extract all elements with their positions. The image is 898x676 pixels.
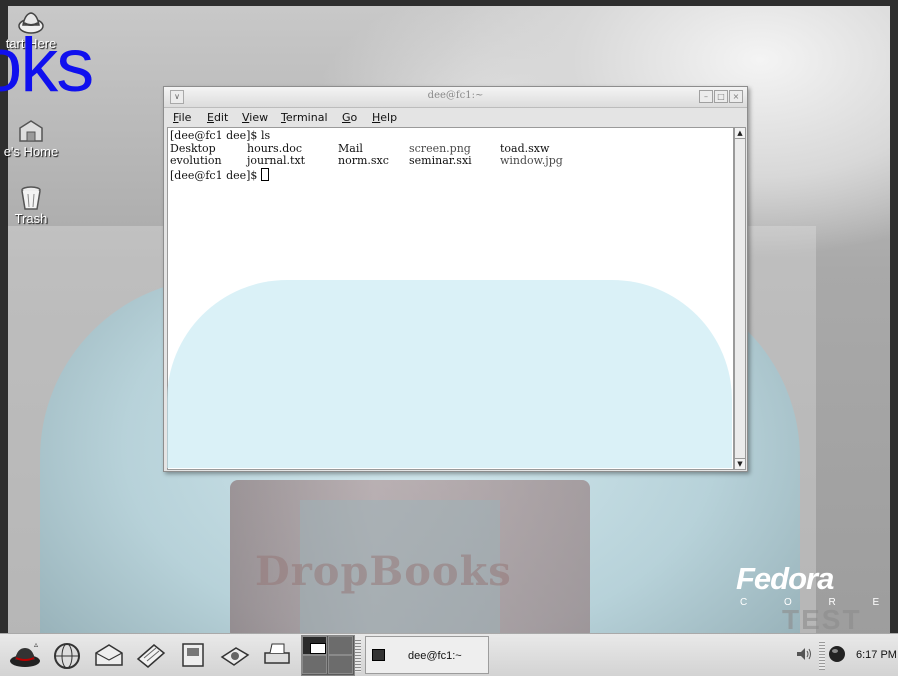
writer-icon[interactable] [134,639,168,671]
workspace-4[interactable] [328,655,353,674]
bottom-panel: ▵ dee@fc1:~ 6:17 PM [0,633,898,676]
close-icon: × [732,92,740,101]
file-entry: evolution [170,154,222,167]
menu-terminal[interactable]: Terminal [281,111,328,124]
web-browser-icon[interactable] [50,639,84,671]
workspace-2[interactable] [328,636,353,655]
desktop-icon-home[interactable]: e's Home [0,118,66,159]
svg-text:▵: ▵ [34,640,38,649]
screen-edge-top [0,0,898,6]
text-cursor [260,167,269,181]
desktop-icon-trash[interactable]: Trash [0,185,66,226]
menu-help[interactable]: Help [372,111,397,124]
maximize-icon: □ [717,92,725,101]
terminal-icon [372,649,385,661]
overlay-watermark-text: oks [0,23,94,108]
desktop-icon-label: e's Home [3,144,59,159]
wallpaper-text: DropBooks [255,548,512,595]
file-entry: journal.txt [247,154,306,167]
arrow-up-icon: ▲ [737,129,743,137]
panel-separator [819,640,825,670]
panel-drag-handle[interactable] [355,638,361,672]
calc-icon[interactable] [218,639,252,671]
terminal-window[interactable]: ∨ dee@fc1:~ – □ × File Edit View Terminal … [163,86,748,472]
taskbar-button-label: dee@fc1:~ [408,650,462,662]
impress-icon[interactable] [176,639,210,671]
print-manager-icon[interactable] [260,639,294,671]
menu-view[interactable]: View [242,111,268,124]
workspace-switcher[interactable] [301,635,355,676]
listing-row: Desktop hours.doc Mail screen.png toad.sxw [170,142,549,155]
window-titlebar[interactable]: ∨ dee@fc1:~ – □ × [164,87,747,108]
prompt: [dee@fc1 dee]$ [170,129,258,142]
menu-label-rest: iew [249,111,269,124]
workspace-1[interactable] [302,636,327,655]
file-entry: window.jpg [500,154,563,167]
minimize-icon: – [704,92,708,101]
menubar: File Edit View Terminal Go Help [164,108,747,127]
menu-label-rest: ile [178,111,192,124]
email-icon[interactable] [92,639,126,671]
test-stamp: TEST [782,604,862,635]
menu-label-rest: o [350,111,358,124]
prompt: [dee@fc1 dee]$ [170,168,258,182]
window-thumbnail [310,643,326,654]
vertical-scrollbar[interactable]: ▲ ▼ [734,127,746,470]
screen-edge-right [890,0,898,675]
file-entry: seminar.sxi [409,154,472,167]
maximize-button[interactable]: □ [714,90,728,103]
menu-accel: G [342,111,351,124]
menu-edit[interactable]: Edit [207,111,228,124]
listing-row: evolution journal.txt norm.sxc seminar.sxi w… [170,154,563,167]
terminal-text: [dee@fc1 dee]$ ls Desktop hours.doc Mail sc… [168,128,733,182]
menu-label-rest: dit [213,111,229,124]
menu-file[interactable]: File [173,111,191,124]
menu-label-rest: elp [380,111,398,124]
window-title: dee@fc1:~ [427,90,484,101]
menu-label-rest: erminal [285,111,328,124]
menu-accel: E [207,111,214,124]
workspace-3[interactable] [302,655,327,674]
command: ls [260,129,271,142]
fedora-logo-text: Fedora [736,561,834,596]
terminal-output[interactable]: [dee@fc1 dee]$ ls Desktop hours.doc Mail sc… [167,127,734,470]
trash-icon [17,185,45,211]
taskbar-button-terminal[interactable]: dee@fc1:~ [365,636,489,674]
menu-go[interactable]: Go [342,111,357,124]
minimize-button[interactable]: – [699,90,713,103]
home-folder-icon [17,118,45,144]
volume-icon[interactable] [795,646,813,666]
scroll-up-button[interactable]: ▲ [735,128,745,139]
network-status-icon[interactable] [828,645,846,667]
clock[interactable]: 6:17 PM [856,649,897,661]
close-button[interactable]: × [729,90,743,103]
file-entry: norm.sxc [338,154,389,167]
arrow-down-icon: ▼ [737,460,743,468]
file-entry: toad.sxw [500,141,550,155]
desktop-icon-label: Trash [14,211,48,226]
scroll-down-button[interactable]: ▼ [735,458,745,469]
redhat-menu-icon[interactable]: ▵ [8,639,42,671]
